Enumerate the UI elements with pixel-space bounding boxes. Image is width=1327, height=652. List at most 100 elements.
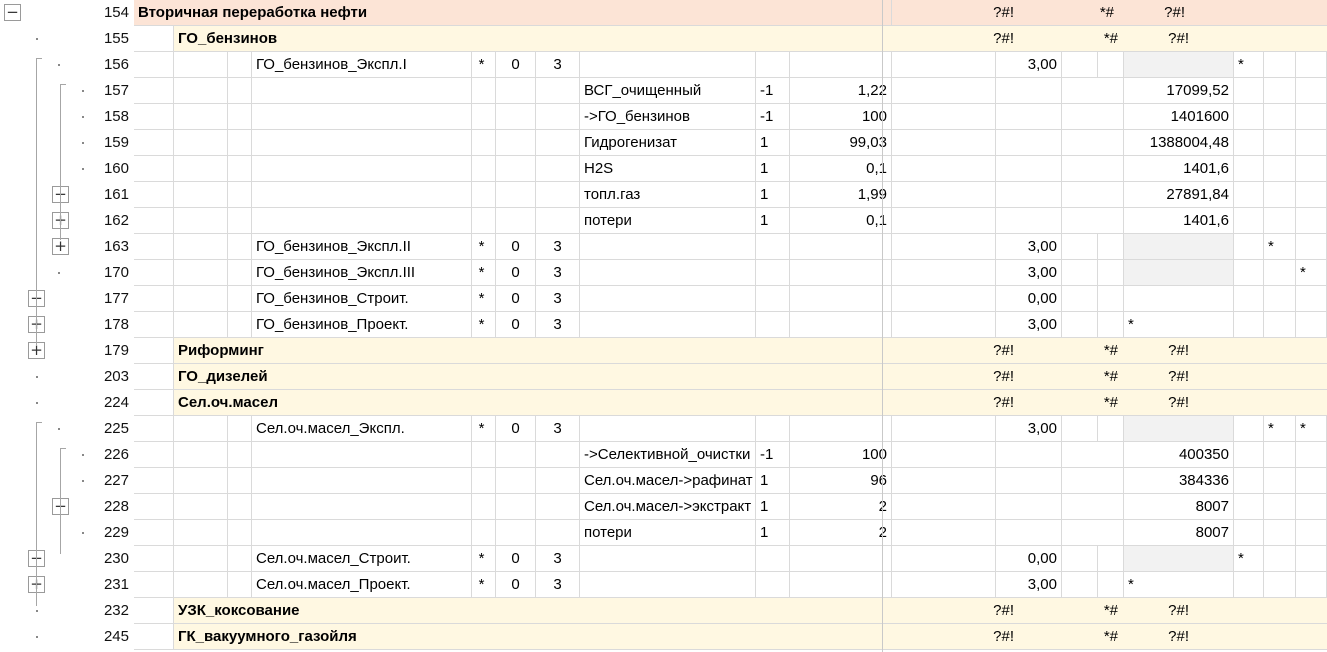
section-title[interactable]: Вторичная переработка нефти (134, 0, 892, 26)
cell-i[interactable] (892, 416, 996, 442)
unit-name[interactable]: ГО_бензинов_Строит. (252, 286, 472, 312)
unit-coef[interactable]: 0,00 (996, 286, 1062, 312)
cell-e[interactable] (228, 416, 252, 442)
status-star[interactable]: * (1234, 546, 1264, 572)
cell-b[interactable] (496, 156, 536, 182)
cell-c[interactable] (134, 78, 174, 104)
cell-name-empty[interactable] (252, 104, 472, 130)
flag-cell-3[interactable]: ?#! (1118, 624, 1189, 650)
indent-cell[interactable] (134, 598, 174, 624)
cell-m[interactable] (1234, 182, 1264, 208)
cell-g[interactable] (756, 260, 790, 286)
cell-b[interactable] (496, 208, 536, 234)
cell-m[interactable] (1234, 286, 1264, 312)
cell-a[interactable] (472, 520, 496, 546)
cell-n[interactable] (1264, 520, 1296, 546)
cell-n[interactable] (1264, 130, 1296, 156)
cell-o[interactable] (1296, 494, 1327, 520)
cell-o[interactable] (1296, 312, 1327, 338)
cell-e[interactable] (228, 468, 252, 494)
cell-g[interactable] (756, 546, 790, 572)
cell-h[interactable] (790, 416, 892, 442)
cell-c[interactable] (134, 442, 174, 468)
cell-e[interactable] (228, 234, 252, 260)
cell-f[interactable] (580, 416, 756, 442)
item-percent[interactable]: 0,1 (790, 208, 892, 234)
cell-o[interactable] (1296, 546, 1327, 572)
cell-c[interactable] (134, 468, 174, 494)
cell-c[interactable] (134, 130, 174, 156)
cell-h[interactable] (790, 260, 892, 286)
cell-k[interactable] (1062, 520, 1124, 546)
item-value[interactable]: 1401600 (1124, 104, 1234, 130)
cell-k[interactable] (1062, 234, 1124, 260)
cell-e[interactable] (228, 572, 252, 598)
item-percent[interactable]: 100 (790, 104, 892, 130)
flag-cell-2[interactable]: *# (1014, 390, 1118, 416)
cell-d[interactable] (174, 442, 228, 468)
cell-k[interactable] (1062, 572, 1124, 598)
cell-name-empty[interactable] (252, 520, 472, 546)
cell-k[interactable] (1062, 286, 1124, 312)
item-name[interactable]: Сел.оч.масел->рафинат (580, 468, 756, 494)
item-value[interactable]: 1401,6 (1124, 208, 1234, 234)
flag-cell-2[interactable]: *# (1014, 0, 1118, 26)
cell-d[interactable] (174, 208, 228, 234)
unit-flag-a[interactable]: * (472, 312, 496, 338)
cell-n[interactable] (1264, 156, 1296, 182)
cell-name-empty[interactable] (252, 182, 472, 208)
cell-a[interactable] (472, 78, 496, 104)
cell-i[interactable] (892, 286, 996, 312)
cell-i[interactable] (892, 520, 996, 546)
cell-i[interactable] (892, 442, 996, 468)
cell-h[interactable] (790, 312, 892, 338)
cell-e[interactable] (228, 494, 252, 520)
unit-coef[interactable]: 3,00 (996, 312, 1062, 338)
cell-f[interactable] (580, 312, 756, 338)
unit-flag-a[interactable]: * (472, 260, 496, 286)
cell-k[interactable] (1062, 208, 1124, 234)
cell-c[interactable] (134, 234, 174, 260)
cell-d[interactable] (174, 260, 228, 286)
unit-name[interactable]: Сел.оч.масел_Проект. (252, 572, 472, 598)
item-sign[interactable]: -1 (756, 78, 790, 104)
unit-flag-a[interactable]: * (472, 52, 496, 78)
cell-l[interactable] (1124, 260, 1234, 286)
cell-m[interactable] (1234, 130, 1264, 156)
cell-m[interactable] (1234, 312, 1264, 338)
cell-j[interactable] (996, 182, 1062, 208)
unit-b[interactable]: 0 (496, 572, 536, 598)
cell-i[interactable] (892, 468, 996, 494)
cell-e[interactable] (228, 442, 252, 468)
cell-cc[interactable] (536, 78, 580, 104)
cell-i[interactable] (892, 156, 996, 182)
flag-cell-2[interactable]: *# (1014, 598, 1118, 624)
cell-k[interactable] (1062, 104, 1124, 130)
item-name[interactable]: ->ГО_бензинов (580, 104, 756, 130)
item-sign[interactable]: -1 (756, 442, 790, 468)
unit-name[interactable]: ГО_бензинов_Экспл.III (252, 260, 472, 286)
item-sign[interactable]: -1 (756, 104, 790, 130)
cell-c[interactable] (134, 104, 174, 130)
cell-b[interactable] (496, 442, 536, 468)
cell-k[interactable] (1062, 312, 1124, 338)
cell-d[interactable] (174, 468, 228, 494)
cell-c[interactable] (134, 572, 174, 598)
item-value[interactable]: 8007 (1124, 520, 1234, 546)
cell-d[interactable] (174, 52, 228, 78)
cell-n[interactable] (1264, 468, 1296, 494)
cell-c[interactable] (134, 260, 174, 286)
collapse-group-button[interactable]: − (4, 4, 21, 21)
unit-coef[interactable]: 3,00 (996, 260, 1062, 286)
cell-d[interactable] (174, 130, 228, 156)
cell-b[interactable] (496, 494, 536, 520)
unit-b[interactable]: 0 (496, 312, 536, 338)
cell-m[interactable] (1234, 416, 1264, 442)
flag-cell-3[interactable]: ?#! (1118, 598, 1189, 624)
cell-i[interactable] (892, 234, 996, 260)
cell-o[interactable] (1296, 468, 1327, 494)
item-sign[interactable]: 1 (756, 182, 790, 208)
cell-name-empty[interactable] (252, 494, 472, 520)
cell-e[interactable] (228, 208, 252, 234)
flag-cell-1[interactable]: ?#! (892, 0, 1014, 26)
